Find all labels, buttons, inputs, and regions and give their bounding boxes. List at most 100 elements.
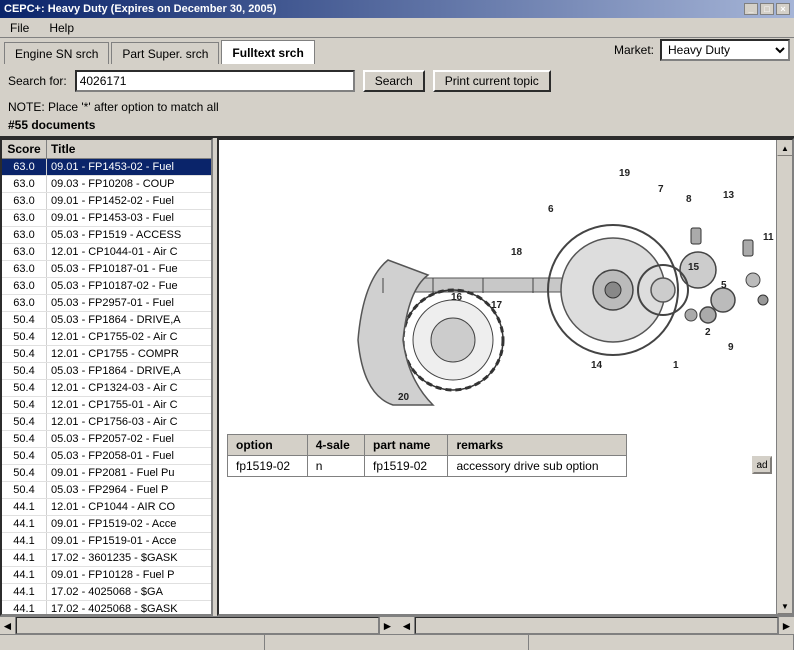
result-score: 44.1 <box>2 516 47 532</box>
bottom-bar: ◄ ► ◄ ► <box>0 616 794 634</box>
scroll-track[interactable] <box>777 156 792 598</box>
result-row[interactable]: 44.109.01 - FP1519-02 - Acce <box>2 516 211 533</box>
result-title: 05.03 - FP2058-01 - Fuel <box>47 448 211 464</box>
maximize-button[interactable]: □ <box>760 3 774 15</box>
result-row[interactable]: 44.112.01 - CP1044 - AIR CO <box>2 499 211 516</box>
search-input[interactable] <box>75 70 355 92</box>
result-row[interactable]: 50.405.03 - FP1864 - DRIVE,A <box>2 312 211 329</box>
scroll-down-button[interactable]: ▼ <box>777 598 793 614</box>
svg-text:11: 11 <box>763 232 774 243</box>
print-button[interactable]: Print current topic <box>433 70 551 92</box>
result-row[interactable]: 63.005.03 - FP10187-02 - Fue <box>2 278 211 295</box>
result-score: 50.4 <box>2 346 47 362</box>
title-bar: CEPC+: Heavy Duty (Expires on December 3… <box>0 0 794 18</box>
result-title: 05.03 - FP10187-01 - Fue <box>47 261 211 277</box>
result-row[interactable]: 50.409.01 - FP2081 - Fuel Pu <box>2 465 211 482</box>
result-row[interactable]: 50.412.01 - CP1755 - COMPR <box>2 346 211 363</box>
svg-text:15: 15 <box>688 262 700 273</box>
result-title: 12.01 - CP1044-01 - Air C <box>47 244 211 260</box>
result-row[interactable]: 63.005.03 - FP1519 - ACCESS <box>2 227 211 244</box>
result-row[interactable]: 63.005.03 - FP2957-01 - Fuel <box>2 295 211 312</box>
result-score: 63.0 <box>2 295 47 311</box>
result-title: 09.01 - FP1453-02 - Fuel <box>47 159 211 175</box>
result-score: 63.0 <box>2 244 47 260</box>
result-title: 12.01 - CP1756-03 - Air C <box>47 414 211 430</box>
minimize-button[interactable]: _ <box>744 3 758 15</box>
svg-text:17: 17 <box>491 300 503 311</box>
result-title: 05.03 - FP2957-01 - Fuel <box>47 295 211 311</box>
result-score: 63.0 <box>2 227 47 243</box>
detail-panel: 19 7 8 6 13 11 18 17 16 5 15 <box>217 138 794 616</box>
result-title: 09.01 - FP1519-02 - Acce <box>47 516 211 532</box>
result-row[interactable]: 63.009.01 - FP1452-02 - Fuel <box>2 193 211 210</box>
result-title: 05.03 - FP2057-02 - Fuel <box>47 431 211 447</box>
result-score: 50.4 <box>2 397 47 413</box>
svg-text:2: 2 <box>705 327 711 338</box>
result-row[interactable]: 50.405.03 - FP2058-01 - Fuel <box>2 448 211 465</box>
result-row[interactable]: 50.405.03 - FP2057-02 - Fuel <box>2 431 211 448</box>
right-scroll-button[interactable]: ► <box>379 617 395 634</box>
table-row[interactable]: fp1519-02 n fp1519-02 accessory drive su… <box>228 456 627 477</box>
result-title: 09.01 - FP2081 - Fuel Pu <box>47 465 211 481</box>
scroll-up-button[interactable]: ▲ <box>777 140 793 156</box>
cell-option: fp1519-02 <box>228 456 308 477</box>
result-row[interactable]: 44.109.01 - FP10128 - Fuel P <box>2 567 211 584</box>
svg-text:20: 20 <box>398 392 410 403</box>
result-score: 50.4 <box>2 414 47 430</box>
results-panel: Score Title 63.009.01 - FP1453-02 - Fuel… <box>0 138 213 616</box>
result-score: 44.1 <box>2 550 47 566</box>
left-scroll-button[interactable]: ◄ <box>0 617 16 634</box>
file-menu[interactable]: File <box>4 19 35 37</box>
tab-part-super[interactable]: Part Super. srch <box>111 42 219 64</box>
col-header-title: Title <box>47 140 211 158</box>
market-label: Market: <box>614 43 654 57</box>
market-dropdown[interactable]: Heavy Duty Medium Duty Light Duty <box>660 39 790 61</box>
th-partname: part name <box>365 435 448 456</box>
result-score: 44.1 <box>2 499 47 515</box>
h-scroll-right[interactable] <box>415 617 778 634</box>
result-row[interactable]: 50.412.01 - CP1755-02 - Air C <box>2 329 211 346</box>
search-label: Search for: <box>8 74 67 88</box>
h-scroll-left[interactable] <box>16 617 379 634</box>
parts-diagram: 19 7 8 6 13 11 18 17 16 5 15 <box>219 140 792 430</box>
svg-text:19: 19 <box>619 168 631 179</box>
close-button[interactable]: × <box>776 3 790 15</box>
result-row[interactable]: 63.009.03 - FP10208 - COUP <box>2 176 211 193</box>
tab-fulltext[interactable]: Fulltext srch <box>221 40 314 64</box>
result-title: 05.03 - FP2964 - Fuel P <box>47 482 211 498</box>
svg-text:5: 5 <box>721 280 727 291</box>
result-row[interactable]: 50.405.03 - FP1864 - DRIVE,A <box>2 363 211 380</box>
diagram-container: 19 7 8 6 13 11 18 17 16 5 15 <box>219 140 792 430</box>
result-row[interactable]: 50.412.01 - CP1755-01 - Air C <box>2 397 211 414</box>
result-row[interactable]: 50.412.01 - CP1324-03 - Air C <box>2 380 211 397</box>
result-score: 63.0 <box>2 261 47 277</box>
result-row[interactable]: 50.405.03 - FP2964 - Fuel P <box>2 482 211 499</box>
result-score: 44.1 <box>2 584 47 600</box>
help-menu[interactable]: Help <box>43 19 80 37</box>
detail-right-scroll[interactable]: ► <box>778 617 794 634</box>
th-4sale: 4-sale <box>307 435 364 456</box>
tab-bar: Engine SN srch Part Super. srch Fulltext… <box>0 38 794 64</box>
search-button[interactable]: Search <box>363 70 425 92</box>
result-row[interactable]: 63.009.01 - FP1453-03 - Fuel <box>2 210 211 227</box>
detail-left-scroll[interactable]: ◄ <box>399 617 415 634</box>
result-row[interactable]: 63.005.03 - FP10187-01 - Fue <box>2 261 211 278</box>
cell-remarks: accessory drive sub option <box>448 456 627 477</box>
result-row[interactable]: 50.412.01 - CP1756-03 - Air C <box>2 414 211 431</box>
result-row[interactable]: 44.117.02 - 3601235 - $GASK <box>2 550 211 567</box>
result-title: 17.02 - 4025068 - $GASK <box>47 601 211 614</box>
result-row[interactable]: 63.012.01 - CP1044-01 - Air C <box>2 244 211 261</box>
tab-engine-sn[interactable]: Engine SN srch <box>4 42 109 64</box>
result-score: 50.4 <box>2 431 47 447</box>
ad-button[interactable]: ad <box>752 456 772 474</box>
svg-text:13: 13 <box>723 190 735 201</box>
results-body[interactable]: 63.009.01 - FP1453-02 - Fuel63.009.03 - … <box>2 159 211 614</box>
result-row[interactable]: 44.109.01 - FP1519-01 - Acce <box>2 533 211 550</box>
result-row[interactable]: 44.117.02 - 4025068 - $GASK <box>2 601 211 614</box>
result-row[interactable]: 44.117.02 - 4025068 - $GA <box>2 584 211 601</box>
result-score: 50.4 <box>2 312 47 328</box>
result-score: 50.4 <box>2 380 47 396</box>
result-score: 50.4 <box>2 448 47 464</box>
result-row[interactable]: 63.009.01 - FP1453-02 - Fuel <box>2 159 211 176</box>
result-score: 50.4 <box>2 465 47 481</box>
